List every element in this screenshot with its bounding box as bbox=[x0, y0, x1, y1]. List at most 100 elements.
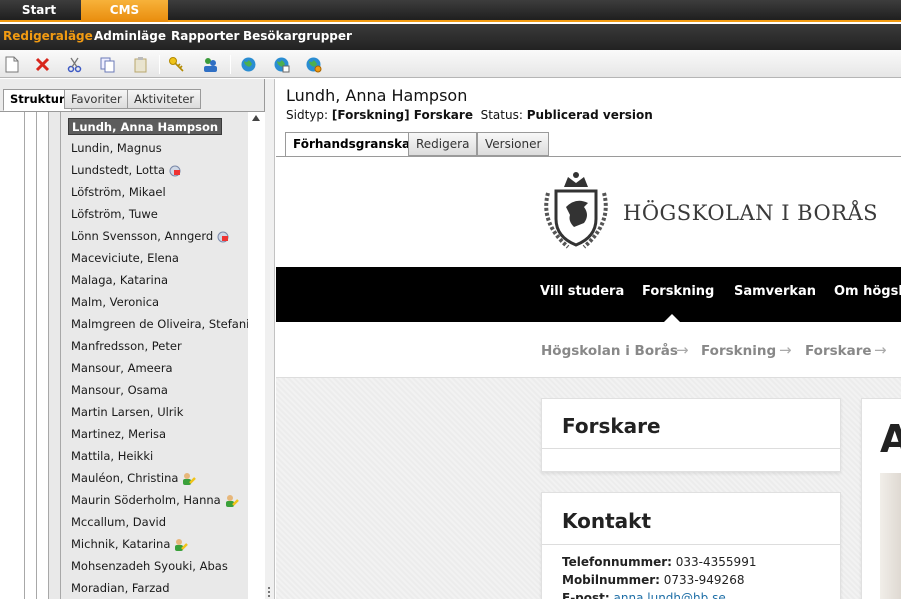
site-navbar: Vill studera Forskning Samverkan Om högs… bbox=[276, 267, 901, 322]
scroll-up-icon[interactable] bbox=[252, 115, 260, 121]
menu-redigeralage[interactable]: Redigeraläge bbox=[3, 29, 93, 43]
tree-item-label: Michnik, Katarina bbox=[71, 537, 171, 551]
tree-item[interactable]: Lundin, Magnus bbox=[68, 140, 165, 157]
tree-item[interactable]: Mccallum, David bbox=[68, 514, 169, 531]
page-header: Lundh, Anna Hampson Sidtyp: [Forskning] … bbox=[276, 79, 901, 157]
breadcrumb-arrow: → bbox=[676, 341, 689, 359]
menu-rapporter[interactable]: Rapporter bbox=[171, 29, 239, 43]
nav-active-caret bbox=[664, 314, 680, 322]
menu-besokargrupper[interactable]: Besökargrupper bbox=[243, 29, 352, 43]
tab-favoriter[interactable]: Favoriter bbox=[64, 89, 129, 109]
toolbar-separator bbox=[230, 55, 231, 74]
card-title: Kontakt bbox=[562, 509, 652, 533]
key-icon[interactable] bbox=[168, 56, 185, 73]
tree-item[interactable]: Martinez, Merisa bbox=[68, 426, 169, 443]
profile-photo bbox=[880, 473, 901, 599]
crest-icon bbox=[544, 172, 608, 249]
tab-cms[interactable]: CMS bbox=[81, 0, 168, 22]
tree-item-selected[interactable]: Lundh, Anna Hampson bbox=[68, 118, 223, 135]
breadcrumb-arrow: → bbox=[779, 341, 792, 359]
structure-panel: Struktur Favoriter Aktiviteter Lundh, An… bbox=[0, 79, 265, 599]
tree-item[interactable]: Löfström, Tuwe bbox=[68, 206, 161, 223]
tree-item-label: Maurin Söderholm, Hanna bbox=[71, 493, 221, 507]
breadcrumb-item[interactable]: Högskolan i Borås bbox=[541, 343, 678, 359]
contact-phone: Telefonnummer: 033-4355991 bbox=[562, 555, 757, 569]
lock-icon bbox=[217, 231, 229, 242]
tab-forhandsgranska[interactable]: Förhandsgranska bbox=[285, 132, 419, 157]
nav-samverkan[interactable]: Samverkan bbox=[734, 284, 816, 299]
menu-adminlage[interactable]: Adminläge bbox=[94, 29, 166, 43]
breadcrumb-item[interactable]: Forskare bbox=[805, 343, 872, 359]
status-label: Status: bbox=[480, 108, 523, 122]
tree-item[interactable]: Mattila, Heikki bbox=[68, 448, 156, 465]
forskare-card: Forskare bbox=[541, 398, 841, 472]
tab-redigera[interactable]: Redigera bbox=[408, 132, 478, 156]
page-tree: Lundh, Anna Hampson Lundin, Magnus Lunds… bbox=[0, 111, 265, 599]
breadcrumb-item[interactable]: Forskning bbox=[701, 343, 776, 359]
contact-email: E-post: anna.lundh@hb.se bbox=[562, 591, 726, 599]
tree-guide-line bbox=[60, 112, 61, 599]
cut-icon[interactable] bbox=[66, 56, 83, 73]
tree-item-label: Lönn Svensson, Anngerd bbox=[71, 229, 214, 243]
email-link[interactable]: anna.lundh@hb.se bbox=[614, 591, 726, 599]
tree-item[interactable]: Manfredsson, Peter bbox=[68, 338, 185, 355]
globe-settings-icon[interactable] bbox=[305, 56, 322, 73]
pagetype-label: Sidtyp: bbox=[286, 108, 329, 122]
tree-item[interactable]: Lönn Svensson, Anngerd bbox=[68, 228, 232, 245]
tree-item[interactable]: Lundstedt, Lotta bbox=[68, 162, 184, 179]
tree-item[interactable]: Malmgreen de Oliveira, Stefanie bbox=[68, 316, 259, 333]
tab-aktiviteter[interactable]: Aktiviteter bbox=[127, 89, 202, 109]
tab-start[interactable]: Start bbox=[0, 0, 78, 22]
pagetype-value: [Forskning] Forskare bbox=[331, 108, 473, 122]
tree-guide-line bbox=[24, 112, 25, 599]
user-edit-icon bbox=[175, 539, 189, 551]
paste-icon[interactable] bbox=[132, 56, 149, 73]
globe-refresh-icon[interactable] bbox=[273, 56, 290, 73]
menu-bar: Redigeraläge Adminläge Rapporter Besökar… bbox=[0, 24, 901, 50]
tree-item[interactable]: Mohsenzadeh Syouki, Abas bbox=[68, 558, 231, 575]
copy-icon[interactable] bbox=[99, 56, 116, 73]
tree-item[interactable]: Moradian, Farzad bbox=[68, 580, 173, 597]
page-title: Lundh, Anna Hampson bbox=[286, 86, 468, 105]
contact-mobile: Mobilnummer: 0733-949268 bbox=[562, 573, 745, 587]
tree-item-label: Mauléon, Christina bbox=[71, 471, 179, 485]
delete-icon[interactable] bbox=[34, 56, 51, 73]
top-tab-bar: Start CMS bbox=[0, 0, 901, 22]
tree-item[interactable]: Mauléon, Christina bbox=[68, 470, 199, 487]
profile-card: A bbox=[861, 398, 901, 599]
tree-scrollbar[interactable] bbox=[248, 112, 264, 599]
user-edit-icon bbox=[183, 473, 197, 485]
page-meta: Sidtyp: [Forskning] Forskare Status: Pub… bbox=[286, 108, 653, 122]
tab-struktur[interactable]: Struktur bbox=[3, 89, 72, 111]
nav-forskning[interactable]: Forskning bbox=[642, 284, 714, 299]
nav-om-hogskolan[interactable]: Om högsko bbox=[834, 284, 901, 299]
tree-item[interactable]: Michnik, Katarina bbox=[68, 536, 191, 553]
page-preview: HÖGSKOLAN I BORÅS Vill studera Forskning… bbox=[276, 157, 901, 599]
tree-item[interactable]: Mansour, Ameera bbox=[68, 360, 176, 377]
profile-heading: A bbox=[880, 417, 901, 461]
panel-splitter[interactable] bbox=[265, 79, 275, 599]
tree-item-label: Lundstedt, Lotta bbox=[71, 163, 166, 177]
tree-guide-line bbox=[36, 112, 37, 599]
tree-item[interactable]: Mansour, Osama bbox=[68, 382, 171, 399]
breadcrumb-arrow: → bbox=[874, 341, 887, 359]
user-edit-icon bbox=[225, 495, 239, 507]
card-title: Forskare bbox=[562, 414, 661, 438]
toolbar bbox=[0, 50, 901, 78]
lock-icon bbox=[169, 165, 181, 176]
users-icon[interactable] bbox=[202, 56, 219, 73]
tree-item[interactable]: Martin Larsen, Ulrik bbox=[68, 404, 186, 421]
globe-icon[interactable] bbox=[240, 56, 257, 73]
breadcrumb: Högskolan i Borås → Forskning → Forskare… bbox=[276, 322, 901, 378]
new-page-icon[interactable] bbox=[3, 56, 20, 73]
tree-item[interactable]: Malaga, Katarina bbox=[68, 272, 171, 289]
tree-item[interactable]: Löfström, Mikael bbox=[68, 184, 169, 201]
nav-vill-studera[interactable]: Vill studera bbox=[540, 284, 624, 299]
kontakt-card: Kontakt Telefonnummer: 033-4355991 Mobil… bbox=[541, 492, 841, 599]
tree-guide-line bbox=[48, 112, 49, 599]
tree-item[interactable]: Maurin Söderholm, Hanna bbox=[68, 492, 242, 509]
site-logo[interactable]: HÖGSKOLAN I BORÅS bbox=[538, 169, 878, 259]
tree-item[interactable]: Malm, Veronica bbox=[68, 294, 162, 311]
tab-versioner[interactable]: Versioner bbox=[477, 132, 550, 156]
tree-item[interactable]: Maceviciute, Elena bbox=[68, 250, 182, 267]
